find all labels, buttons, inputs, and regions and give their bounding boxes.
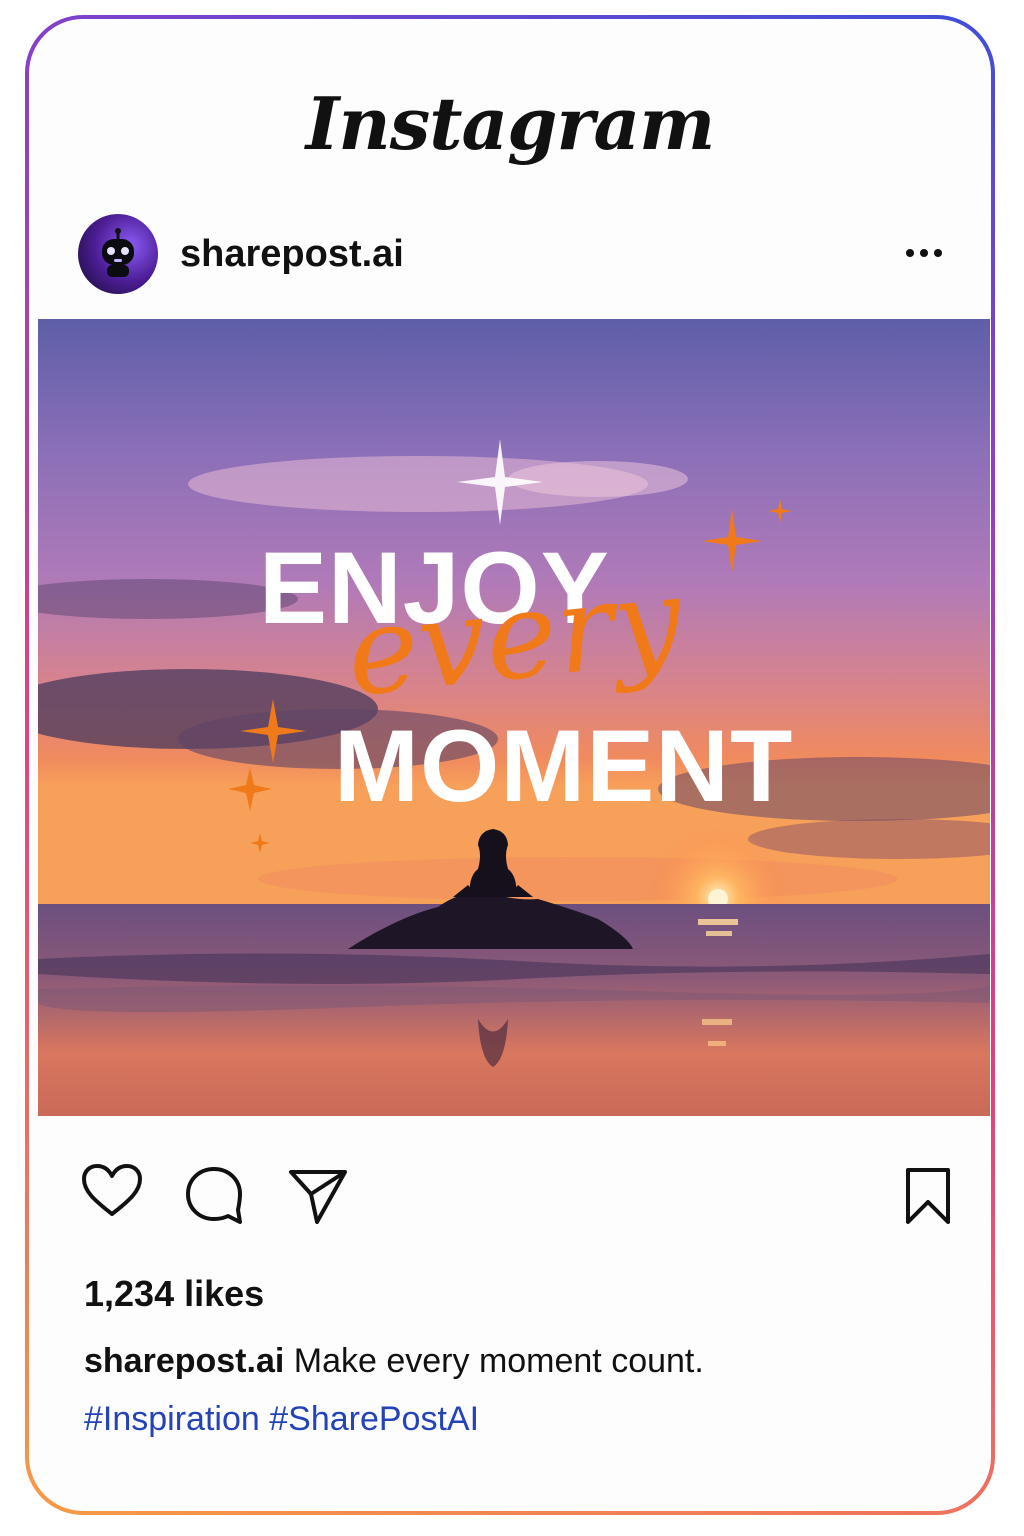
post-card: Instagram sharepost.ai ENJOY every MOMEN… (29, 19, 991, 1511)
like-button[interactable] (80, 1160, 144, 1224)
save-button[interactable] (896, 1164, 960, 1228)
comment-button[interactable] (182, 1162, 246, 1226)
post-card-frame: Instagram sharepost.ai ENJOY every MOMEN… (25, 15, 995, 1515)
hashtags: #Inspiration #SharePostAI (84, 1400, 479, 1439)
bookmark-icon (906, 1168, 950, 1224)
more-options-button[interactable] (899, 243, 949, 263)
send-icon (289, 1170, 347, 1224)
avatar[interactable] (78, 214, 158, 294)
post-username[interactable]: sharepost.ai (180, 233, 404, 276)
instagram-logo: Instagram (305, 81, 716, 166)
caption-username[interactable]: sharepost.ai (84, 1342, 284, 1380)
image-text-moment: MOMENT (334, 709, 794, 823)
likes-count[interactable]: 1,234 likes (84, 1273, 264, 1315)
caption-text: Make every moment count. (293, 1342, 704, 1380)
share-button[interactable] (287, 1164, 351, 1228)
comment-icon (186, 1167, 242, 1224)
caption: sharepost.ai Make every moment count. (84, 1342, 704, 1381)
more-options-icon (906, 249, 942, 257)
heart-icon (82, 1164, 142, 1216)
image-text-every: every (340, 550, 689, 724)
hashtag-link[interactable]: #Inspiration (84, 1400, 260, 1438)
hashtag-link[interactable]: #SharePostAI (269, 1400, 479, 1438)
robot-avatar-icon (102, 228, 134, 277)
post-image[interactable]: ENJOY every MOMENT (38, 319, 990, 1116)
